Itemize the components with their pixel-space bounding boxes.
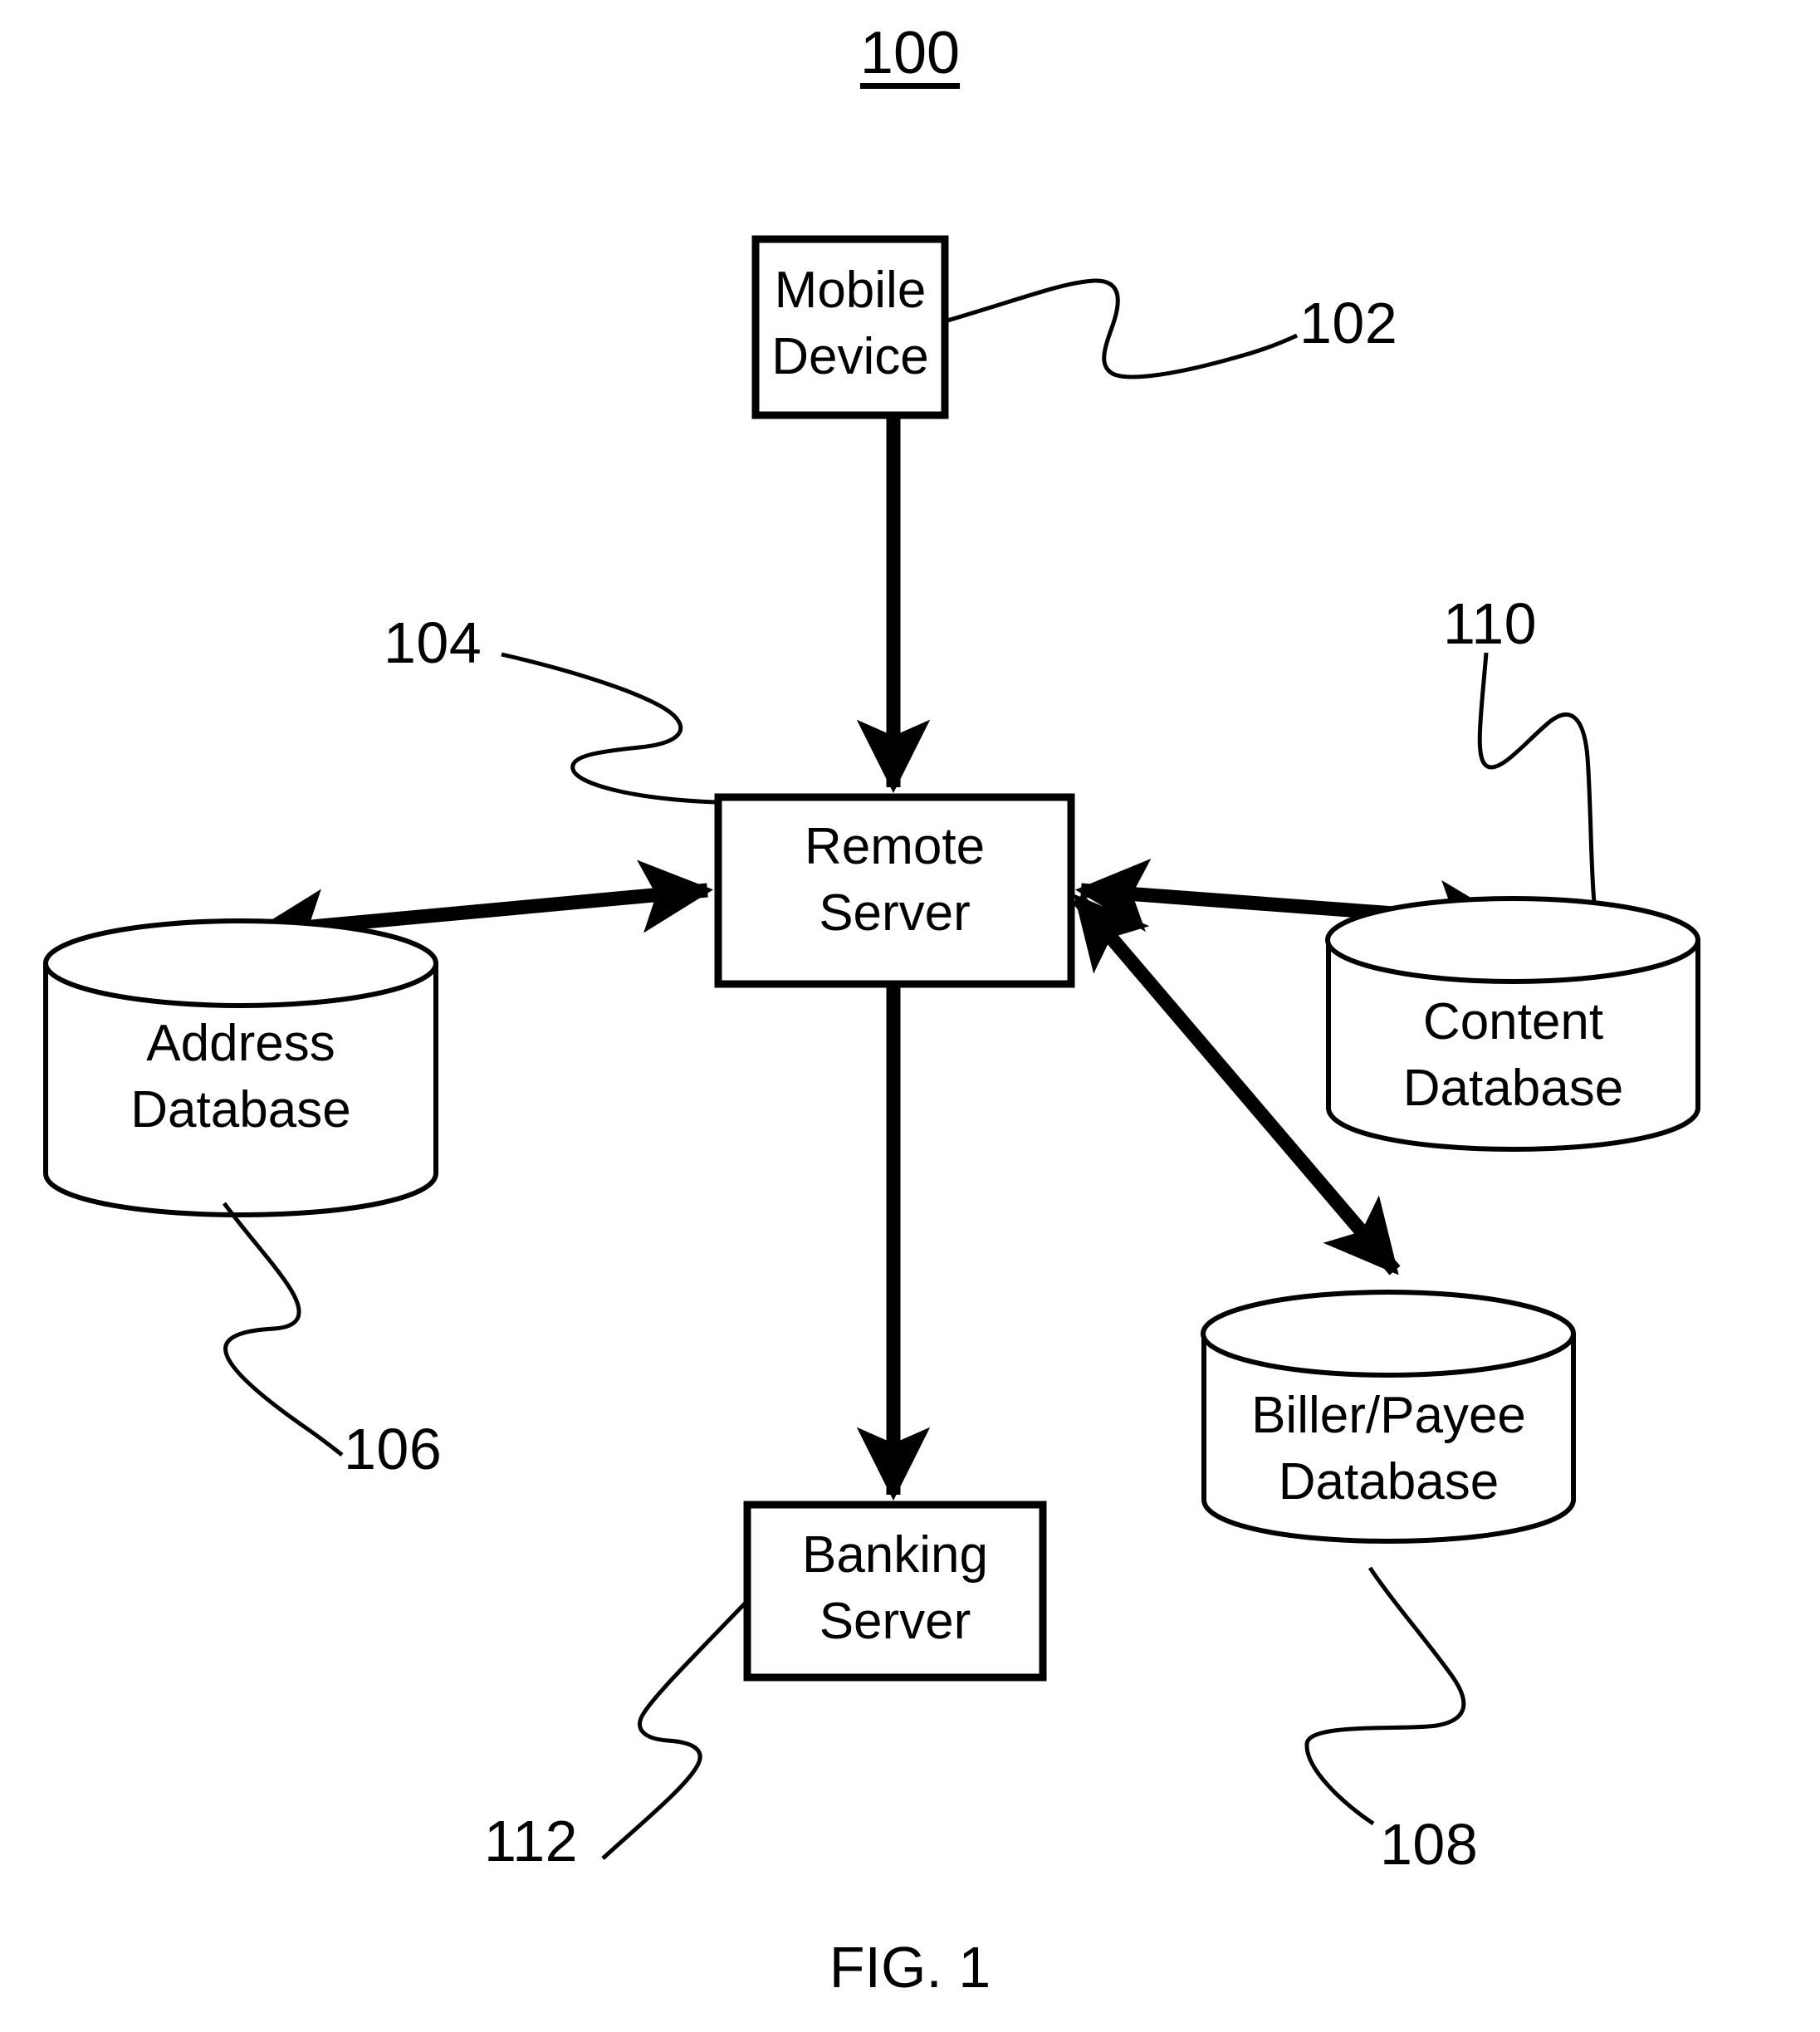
biller-payee-database-label-line1: Biller/Payee	[1251, 1387, 1526, 1444]
address-database-label-line2: Database	[130, 1081, 351, 1138]
content-database-label-line2: Database	[1402, 1060, 1624, 1117]
reference-numeral-104: 104	[384, 610, 482, 675]
mobile-device-label-line1: Mobile	[774, 262, 927, 319]
figure-number-title: 100	[859, 20, 961, 86]
biller-payee-database-label-line2: Database	[1278, 1453, 1500, 1511]
remote-server-label-line1: Remote	[804, 818, 986, 875]
banking-server-label-line2: Server	[819, 1593, 971, 1650]
leader-line-110	[1477, 652, 1597, 903]
content-database-label-line1: Content	[1422, 993, 1604, 1050]
leader-line-112	[601, 1601, 747, 1860]
leader-line-104	[501, 652, 717, 805]
mobile-device-label-line2: Device	[771, 328, 929, 385]
leader-line-106	[222, 1202, 344, 1457]
reference-numeral-112: 112	[484, 1809, 579, 1873]
reference-numeral-108: 108	[1380, 1812, 1479, 1877]
address-database-label-line1: Address	[146, 1015, 335, 1072]
figure-caption: FIG. 1	[829, 1935, 991, 2000]
reference-numeral-102: 102	[1299, 291, 1398, 355]
remote-server-label-line2: Server	[819, 884, 971, 942]
reference-numeral-110: 110	[1443, 591, 1538, 656]
banking-server-label-line1: Banking	[801, 1526, 989, 1584]
patent-figure: 100 Mobile Device 102 Remote Server 104 …	[0, 0, 1820, 2032]
leader-line-108	[1304, 1566, 1466, 1826]
leader-line-102	[947, 278, 1299, 379]
reference-numeral-106: 106	[344, 1417, 443, 1481]
